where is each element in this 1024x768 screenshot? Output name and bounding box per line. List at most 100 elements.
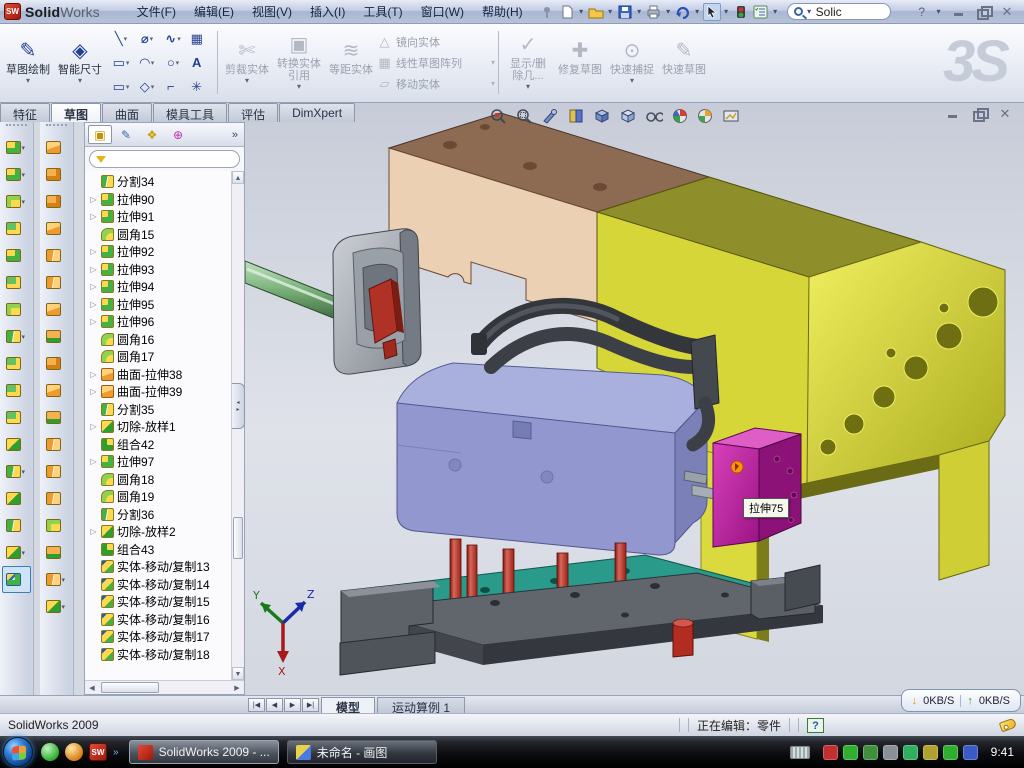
print-icon[interactable] <box>645 3 663 21</box>
scroll-up-icon[interactable]: ▲ <box>232 171 244 184</box>
tray-icon[interactable] <box>923 745 938 760</box>
expand-arrow-icon[interactable]: ▷ <box>89 527 98 536</box>
doc-minimize-button[interactable] <box>946 108 960 120</box>
sketch-entity-icon[interactable]: A▾ <box>186 51 212 75</box>
tray-icon[interactable] <box>843 745 858 760</box>
feature-tree-item[interactable]: ▷ 实体-移动/复制18 <box>87 646 230 664</box>
feature-tool-button[interactable]: ▾ <box>0 485 33 512</box>
feature-tree-item[interactable]: ▷ 组合42 <box>87 436 230 454</box>
dropdown-arrow-icon[interactable]: ▾ <box>245 78 249 86</box>
menu-item[interactable]: 窗口(W) <box>412 0 473 23</box>
last-tab-icon[interactable]: ▶| <box>302 698 319 712</box>
prev-tab-icon[interactable]: ◀ <box>266 698 283 712</box>
sketch-entity-icon[interactable]: ▦▾ <box>186 27 212 51</box>
surface-tool-button[interactable]: ▾ <box>40 539 73 566</box>
feature-tree-item[interactable]: ▷ 拉伸91 <box>87 208 230 226</box>
feature-tool-button[interactable]: ▾ <box>0 431 33 458</box>
dropdown-arrow-icon[interactable]: ▾ <box>22 549 28 557</box>
scroll-down-icon[interactable]: ▼ <box>232 667 244 680</box>
feature-tree-item[interactable]: ▷ 圆角18 <box>87 471 230 489</box>
expand-arrow-icon[interactable]: ▷ <box>89 282 98 291</box>
feature-tree-item[interactable]: ▷ 切除-放样2 <box>87 523 230 541</box>
sketch-tool-button[interactable]: ◈ 智能尺寸 ▾ <box>54 27 106 98</box>
tray-icon[interactable] <box>823 745 838 760</box>
feature-tree-item[interactable]: ▷ 圆角16 <box>87 331 230 349</box>
quick-launch-overflow-chevron[interactable]: » <box>113 747 119 758</box>
expand-arrow-icon[interactable]: ▷ <box>89 370 98 379</box>
dimxpert-manager-tab[interactable]: ⊕ <box>166 125 190 144</box>
feature-tool-button[interactable]: ▾ <box>0 134 33 161</box>
feature-tree-item[interactable]: ▷ 分割35 <box>87 401 230 419</box>
surface-tool-button[interactable]: ▾ <box>40 269 73 296</box>
motion-study-tab[interactable]: 运动算例 1 <box>377 697 465 713</box>
sketch-utility-button[interactable]: ✓ 显示/删 除几... ▾ <box>502 27 554 98</box>
start-button[interactable] <box>3 737 33 767</box>
model-gray-clamp[interactable] <box>333 229 421 374</box>
feature-tool-button[interactable]: ▾ <box>0 188 33 215</box>
section-view-icon[interactable] <box>566 107 585 125</box>
menu-item[interactable]: 插入(I) <box>301 0 354 23</box>
feature-tree-item[interactable]: ▷ 实体-移动/复制17 <box>87 628 230 646</box>
open-dropdown[interactable]: ▾ <box>607 7 614 16</box>
surface-tool-button[interactable]: ▾ <box>40 593 73 620</box>
feature-tree-item[interactable]: ▷ 实体-移动/复制13 <box>87 558 230 576</box>
tag-icon[interactable] <box>999 718 1017 733</box>
dropdown-arrow-icon[interactable]: ▾ <box>22 144 28 152</box>
zoom-area-icon[interactable] <box>514 107 533 125</box>
feature-tree-item[interactable]: ▷ 圆角17 <box>87 348 230 366</box>
dropdown-arrow-icon[interactable]: ▾ <box>22 171 28 179</box>
doc-close-button[interactable]: ✕ <box>998 108 1012 120</box>
dropdown-arrow-icon[interactable]: ▾ <box>78 78 82 86</box>
feature-tree-item[interactable]: ▷ 拉伸92 <box>87 243 230 261</box>
taskbar-task-button[interactable]: 未命名 - 画图 <box>287 740 437 764</box>
first-tab-icon[interactable]: |◀ <box>248 698 265 712</box>
tray-icon[interactable] <box>903 745 918 760</box>
model-magenta-block[interactable] <box>713 428 801 547</box>
help-icon[interactable]: ? <box>918 5 925 19</box>
feature-tree-item[interactable]: ▷ 曲面-拉伸38 <box>87 366 230 384</box>
sketch-utility-button[interactable]: ⊙ 快速捕捉 ▾ <box>606 27 658 98</box>
undo-dropdown[interactable]: ▾ <box>694 7 701 16</box>
surface-tool-button[interactable]: ▾ <box>40 485 73 512</box>
expand-arrow-icon[interactable]: ▷ <box>89 195 98 204</box>
command-tab[interactable]: 草图 <box>51 103 101 122</box>
search-dropdown[interactable]: ▾ <box>806 7 813 16</box>
feature-tree-item[interactable]: ▷ 拉伸90 <box>87 191 230 209</box>
sketch-entity-icon[interactable]: ✳▾ <box>186 75 212 99</box>
toolbar-grip[interactable] <box>46 124 67 132</box>
scroll-right-icon[interactable]: ▶ <box>230 684 244 692</box>
surface-tool-button[interactable]: ▾ <box>40 296 73 323</box>
feature-tree-item[interactable]: ▷ 拉伸94 <box>87 278 230 296</box>
command-tab[interactable]: DimXpert <box>279 103 355 122</box>
feature-tree-item[interactable]: ▷ 圆角15 <box>87 226 230 244</box>
feature-tree-item[interactable]: ▷ 分割34 <box>87 173 230 191</box>
feature-tree-item[interactable]: ▷ 实体-移动/复制14 <box>87 576 230 594</box>
doc-restore-button[interactable] <box>972 108 986 120</box>
dropdown-arrow-icon[interactable]: ▾ <box>491 58 495 67</box>
pin-icon[interactable] <box>538 3 556 21</box>
quick-tips-icon[interactable]: ? <box>807 718 824 733</box>
pattern-tool-row[interactable]: ▦ 线性草图阵列 ▾ <box>377 53 495 73</box>
feature-tool-button[interactable]: ▾ <box>0 161 33 188</box>
sketch-utility-button[interactable]: ✚ 修复草图 ▾ <box>554 27 606 98</box>
command-tab[interactable]: 评估 <box>228 103 278 122</box>
feature-tool-button[interactable]: ▾ <box>0 323 33 350</box>
dropdown-arrow-icon[interactable]: ▾ <box>526 84 530 92</box>
surface-tool-button[interactable]: ▾ <box>40 566 73 593</box>
panel-tabs-overflow-chevron[interactable]: » <box>232 129 241 141</box>
dropdown-arrow-icon[interactable]: ▾ <box>491 79 495 88</box>
panel-splitter-handle[interactable]: ◂▸ <box>232 383 245 429</box>
edit-appearance-icon[interactable] <box>670 107 689 125</box>
sketch-entity-icon[interactable]: ▭▾ <box>108 51 134 75</box>
dropdown-arrow-icon[interactable]: ▾ <box>630 78 634 86</box>
sketch-edit-button[interactable]: ≋ 等距实体 ▾ <box>325 27 377 98</box>
feature-tool-button[interactable]: ▾ <box>0 269 33 296</box>
feature-tree-item[interactable]: ▷ 分割36 <box>87 506 230 524</box>
surface-tool-button[interactable]: ▾ <box>40 161 73 188</box>
sketch-entity-icon[interactable]: ⌀▾ <box>134 27 160 51</box>
minimize-button[interactable] <box>952 6 966 18</box>
sketch-entity-icon[interactable]: ╲▾ <box>108 27 134 51</box>
tray-icon[interactable] <box>963 745 978 760</box>
new-file-icon[interactable] <box>558 3 576 21</box>
feature-tree-item[interactable]: ▷ 拉伸97 <box>87 453 230 471</box>
